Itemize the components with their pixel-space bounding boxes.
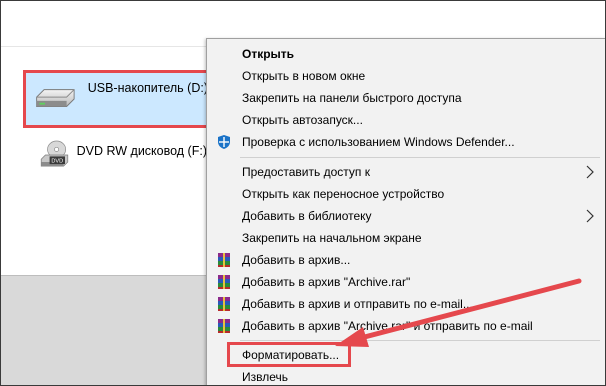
screenshot-frame: USB-накопитель (D:) DVD DVD RW дисковод … bbox=[0, 0, 606, 386]
menu-item-label: Извлечь bbox=[242, 370, 289, 384]
winrar-icon bbox=[218, 319, 230, 333]
menu-item-add-archive[interactable]: Добавить в архив... bbox=[207, 249, 605, 271]
menu-item-label: Добавить в библиотеку bbox=[242, 209, 372, 223]
menu-item-label: Закрепить на панели быстрого доступа bbox=[242, 91, 462, 105]
winrar-icon bbox=[218, 253, 230, 267]
menu-item-label: Открыть в новом окне bbox=[242, 69, 366, 83]
menu-item-label: Добавить в архив "Archive.rar" и отправи… bbox=[242, 319, 533, 333]
details-pane bbox=[1, 276, 207, 385]
dvd-drive-icon: DVD bbox=[40, 140, 69, 167]
windows-defender-icon bbox=[218, 135, 230, 149]
menu-item-add-archive-email[interactable]: Добавить в архив и отправить по e-mail..… bbox=[207, 293, 605, 315]
menu-separator bbox=[240, 157, 600, 158]
dvd-badge: DVD bbox=[51, 158, 63, 164]
menu-item-open-portable[interactable]: Открыть как переносное устройство bbox=[207, 183, 605, 205]
menu-item-open-new-window[interactable]: Открыть в новом окне bbox=[207, 65, 605, 87]
menu-item-pin-quick-access[interactable]: Закрепить на панели быстрого доступа bbox=[207, 87, 605, 109]
menu-item-label: Добавить в архив "Archive.rar" bbox=[242, 275, 411, 289]
menu-item-give-access[interactable]: Предоставить доступ к bbox=[207, 161, 605, 183]
drive-dvd-label: DVD RW дисковод (F:) bbox=[76, 144, 207, 158]
menu-separator bbox=[240, 340, 600, 341]
menu-item-label: Предоставить доступ к bbox=[242, 165, 370, 179]
menu-item-eject[interactable]: Извлечь bbox=[207, 366, 605, 385]
menu-item-label: Открыть автозапуск... bbox=[242, 113, 363, 127]
menu-item-label: Закрепить на начальном экране bbox=[242, 231, 422, 245]
chevron-right-icon bbox=[586, 165, 594, 179]
menu-item-label: Открыть bbox=[242, 47, 295, 61]
menu-item-pin-start[interactable]: Закрепить на начальном экране bbox=[207, 227, 605, 249]
menu-item-add-library[interactable]: Добавить в библиотеку bbox=[207, 205, 605, 227]
menu-item-open[interactable]: Открыть bbox=[207, 43, 605, 65]
menu-item-label: Добавить в архив... bbox=[242, 253, 351, 267]
menu-item-add-archive-rar[interactable]: Добавить в архив "Archive.rar" bbox=[207, 271, 605, 293]
context-menu: Открыть Открыть в новом окне Закрепить н… bbox=[206, 38, 605, 385]
chevron-right-icon bbox=[586, 209, 594, 223]
menu-item-add-archive-rar-email[interactable]: Добавить в архив "Archive.rar" и отправи… bbox=[207, 315, 605, 337]
menu-item-label: Проверка с использованием Windows Defend… bbox=[242, 135, 515, 149]
format-highlight-frame bbox=[227, 342, 351, 367]
drive-dvd[interactable]: DVD DVD RW дисковод (F:) bbox=[37, 132, 207, 178]
menu-item-label: Добавить в архив и отправить по e-mail..… bbox=[242, 297, 473, 311]
menu-item-scan-defender[interactable]: Проверка с использованием Windows Defend… bbox=[207, 131, 605, 153]
menu-item-open-autoplay[interactable]: Открыть автозапуск... bbox=[207, 109, 605, 131]
winrar-icon bbox=[218, 275, 230, 289]
winrar-icon bbox=[218, 297, 230, 311]
usb-highlight-frame bbox=[23, 70, 209, 128]
menu-item-label: Открыть как переносное устройство bbox=[242, 187, 445, 201]
